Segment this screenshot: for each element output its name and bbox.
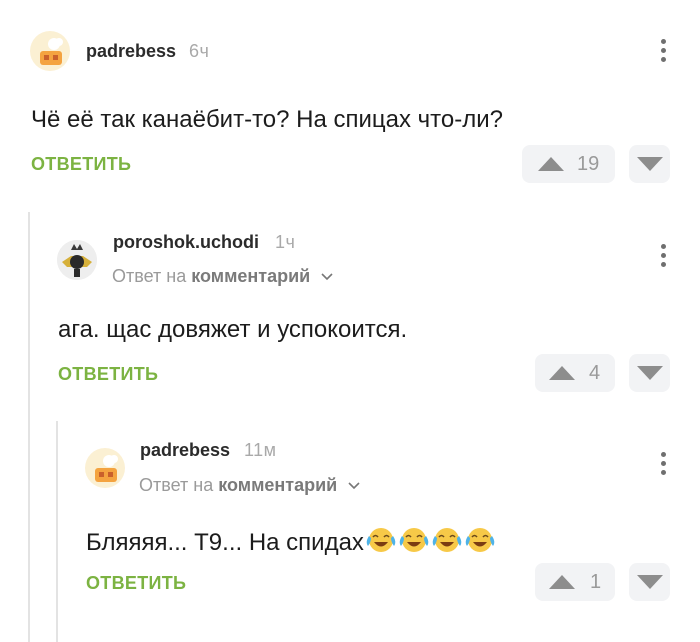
reply-button[interactable]: ОТВЕТИТЬ [86,573,186,594]
face-with-tears-of-joy-icon [432,528,462,552]
comment-text-row: Бляяяя... Т9... На спидах [86,526,496,557]
avatar[interactable] [57,240,97,280]
upvote-arrow-icon[interactable] [549,575,575,589]
vote-count: 1 [590,571,602,593]
avatar[interactable] [85,448,125,488]
downvote-button[interactable] [629,354,670,392]
downvote-arrow-icon[interactable] [637,575,663,589]
upvote-arrow-icon[interactable] [538,157,564,171]
chevron-down-icon[interactable] [321,273,333,281]
downvote-button[interactable] [629,145,670,183]
downvote-button[interactable] [629,563,670,601]
comment-text: ага. щас довяжет и успокоится. [58,316,408,343]
reply-button[interactable]: ОТВЕТИТЬ [31,154,131,175]
username[interactable]: poroshok.uchodi [113,232,259,253]
rating-box: 19 [522,145,615,183]
downvote-arrow-icon[interactable] [637,157,663,171]
more-vertical-icon[interactable] [653,241,673,273]
reply-to-link[interactable]: Ответ на комментарий [139,475,360,496]
thread-line[interactable] [28,212,30,642]
face-with-tears-of-joy-icon [366,528,396,552]
more-vertical-icon[interactable] [653,36,673,68]
comment-time: 11м [244,440,277,460]
reply-to-prefix: Ответ на [139,475,214,495]
rating-box: 1 [535,563,615,601]
reply-to-target[interactable]: комментарий [218,475,337,495]
vote-count: 19 [577,153,600,175]
comment-time: 1ч [275,232,296,252]
downvote-arrow-icon[interactable] [637,366,663,380]
avatar-image [95,455,118,482]
face-with-tears-of-joy-icon [465,528,495,552]
reply-button[interactable]: ОТВЕТИТЬ [58,364,158,385]
vote-count: 4 [589,362,601,384]
upvote-arrow-icon[interactable] [549,366,575,380]
username[interactable]: padrebess [86,41,176,62]
reply-to-target[interactable]: комментарий [191,266,310,286]
more-vertical-icon[interactable] [653,449,673,481]
thread-line[interactable] [56,421,58,642]
comment-time: 6ч [189,41,210,61]
reply-to-link[interactable]: Ответ на комментарий [112,266,333,287]
comment-text: Чё её так канаёбит-то? На спицах что-ли? [31,106,503,133]
reply-to-prefix: Ответ на [112,266,187,286]
rating-box: 4 [535,354,615,392]
avatar-image [57,240,97,280]
avatar[interactable] [30,31,70,71]
chevron-down-icon[interactable] [348,482,360,490]
username[interactable]: padrebess [140,440,230,461]
avatar-image [40,38,63,65]
comment-text: Бляяяя... Т9... На спидах [86,529,364,556]
face-with-tears-of-joy-icon [399,528,429,552]
